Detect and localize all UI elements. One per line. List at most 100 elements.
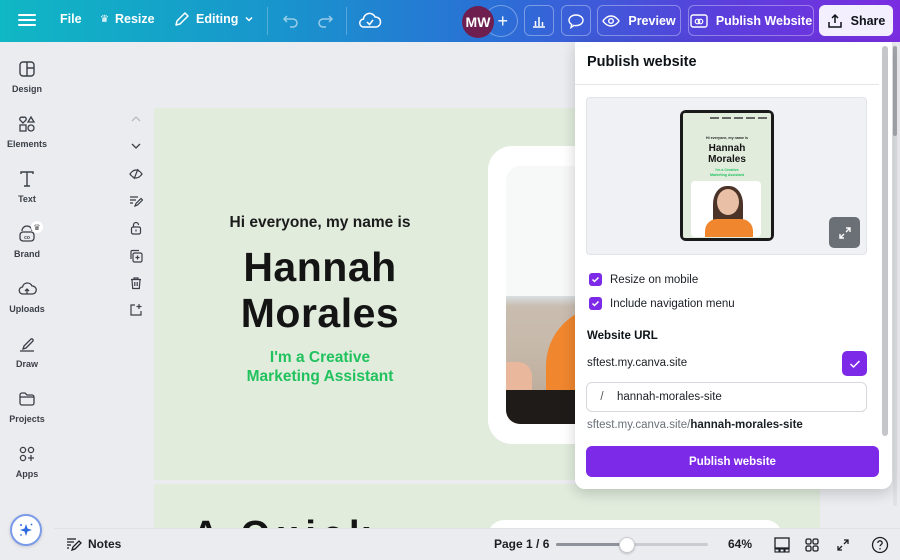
sidebar-label: Draw [15, 359, 38, 369]
page-indicator[interactable]: Page 1 / 6 [494, 537, 549, 551]
upload-cloud-icon [18, 282, 37, 295]
sidebar-item-brand[interactable]: co ♛ Brand [0, 221, 54, 259]
share-button[interactable]: Share [819, 5, 893, 36]
url-slug-field[interactable]: / [586, 382, 867, 412]
comment-button[interactable] [561, 5, 591, 36]
zoom-percentage[interactable]: 64% [728, 537, 752, 551]
page-2-card[interactable] [488, 520, 782, 528]
sidebar-item-design[interactable]: Design [0, 59, 54, 94]
divider [267, 7, 268, 35]
sidebar-item-apps[interactable]: Apps [0, 444, 54, 479]
left-sidebar: Design Elements Text co ♛ Brand Uploads … [0, 42, 54, 528]
checkbox-label: Resize on mobile [610, 273, 699, 286]
expand-preview-button[interactable] [829, 217, 860, 248]
plus-icon: + [497, 10, 508, 31]
sidebar-label: Uploads [9, 304, 45, 314]
duplicate-icon[interactable] [126, 247, 146, 265]
sparkle-icon [20, 523, 33, 536]
resize-label: Resize [114, 12, 155, 26]
notes-icon [67, 538, 82, 551]
hero-role-text[interactable]: I'm a Creative Marketing Assistant [154, 348, 486, 386]
editing-label: Editing [196, 12, 239, 26]
hero-intro-text[interactable]: Hi everyone, my name is [154, 214, 486, 232]
publish-website-submit-button[interactable]: Publish website [586, 446, 879, 477]
tablet-screen: Hi everyone, my name is Hannah Morales I… [683, 113, 771, 238]
elements-icon [19, 115, 36, 132]
chevron-down-icon [245, 16, 253, 22]
trash-icon[interactable] [126, 274, 146, 292]
hero-name-line-1: Hannah [243, 244, 397, 290]
chevron-down-icon[interactable] [126, 137, 146, 155]
resize-button[interactable]: ♛ Resize [100, 12, 155, 26]
panel-footer: Publish website [575, 439, 879, 489]
url-slug-input[interactable] [617, 391, 857, 403]
include-navigation-menu-checkbox[interactable]: Include navigation menu [589, 297, 735, 310]
full-url-path: hannah-morales-site [690, 419, 803, 431]
zoom-slider-thumb[interactable] [619, 537, 636, 553]
insights-icon [533, 16, 545, 28]
full-url-base: sftest.my.canva.site/ [587, 419, 691, 431]
panel-scrollbar[interactable] [882, 46, 888, 436]
top-bar: File ♛ Resize Editing + MW Preview Publi… [0, 0, 900, 42]
hero-name-text[interactable]: Hannah Morales [154, 244, 486, 336]
fullscreen-icon[interactable] [833, 535, 853, 555]
divider [346, 7, 347, 35]
checkbox-checked-icon[interactable] [589, 297, 602, 310]
sidebar-item-elements[interactable]: Elements [0, 114, 54, 149]
publish-icon [690, 13, 708, 28]
preview-name-line-2: Morales [708, 154, 746, 165]
sidebar-item-projects[interactable]: Projects [0, 389, 54, 424]
undo-icon[interactable] [280, 10, 302, 32]
preview-label: Preview [628, 13, 676, 28]
crown-icon: ♛ [31, 221, 43, 233]
magic-assistant-button[interactable] [10, 514, 42, 546]
check-icon [849, 359, 860, 368]
editing-mode-dropdown[interactable]: Editing [174, 11, 254, 27]
notes-button[interactable]: Notes [66, 537, 121, 551]
resize-on-mobile-checkbox[interactable]: Resize on mobile [589, 273, 698, 286]
preview-nav-menu [710, 117, 767, 119]
sidebar-label: Projects [9, 414, 45, 424]
comment-icon [568, 13, 584, 29]
domain-selected-check[interactable] [842, 351, 867, 376]
redo-icon[interactable] [314, 10, 336, 32]
preview-intro: Hi everyone, my name is [706, 136, 748, 140]
page-scrollbar-thumb[interactable] [893, 46, 897, 136]
zoom-slider-fill [556, 543, 628, 546]
chevron-up-icon[interactable] [126, 110, 146, 128]
photo-body [705, 219, 753, 237]
insights-button[interactable] [524, 5, 554, 36]
checkbox-checked-icon[interactable] [589, 273, 602, 286]
apps-icon [19, 446, 35, 462]
avatar-initials: MW [465, 14, 491, 30]
avatar[interactable]: MW [462, 6, 494, 38]
grid-view-icon[interactable] [802, 535, 822, 555]
preview-button[interactable]: Preview [597, 5, 681, 36]
hide-icon[interactable] [126, 165, 146, 183]
file-menu-button[interactable]: File [60, 12, 82, 26]
cloud-check-icon[interactable] [358, 10, 382, 32]
menu-icon[interactable] [16, 11, 38, 31]
folder-icon [19, 392, 35, 406]
sidebar-item-draw[interactable]: Draw [0, 334, 54, 369]
share-icon [827, 13, 842, 28]
page-2-heading[interactable]: A Quick [192, 514, 376, 528]
website-url-label: Website URL [587, 330, 658, 342]
help-icon[interactable] [870, 535, 890, 555]
preview-role-line-2: Marketing Assistant [709, 172, 745, 177]
publish-website-button[interactable]: Publish Website [688, 5, 814, 36]
crown-icon: ♛ [100, 13, 109, 25]
page-scrollbar[interactable] [893, 46, 897, 506]
panel-title: Publish website [587, 54, 697, 70]
design-page-2[interactable]: A Quick [154, 484, 820, 528]
unlock-icon[interactable] [126, 219, 146, 237]
add-page-icon[interactable] [126, 301, 146, 319]
sidebar-item-text[interactable]: Text [0, 169, 54, 204]
notes-label: Notes [88, 537, 122, 551]
zoom-slider[interactable] [556, 537, 708, 553]
notes-edit-icon[interactable] [126, 192, 146, 210]
sidebar-item-uploads[interactable]: Uploads [0, 279, 54, 314]
slug-prefix: / [600, 391, 604, 403]
page-view-icon[interactable] [772, 535, 792, 555]
website-preview: Hi everyone, my name is Hannah Morales I… [586, 97, 867, 255]
